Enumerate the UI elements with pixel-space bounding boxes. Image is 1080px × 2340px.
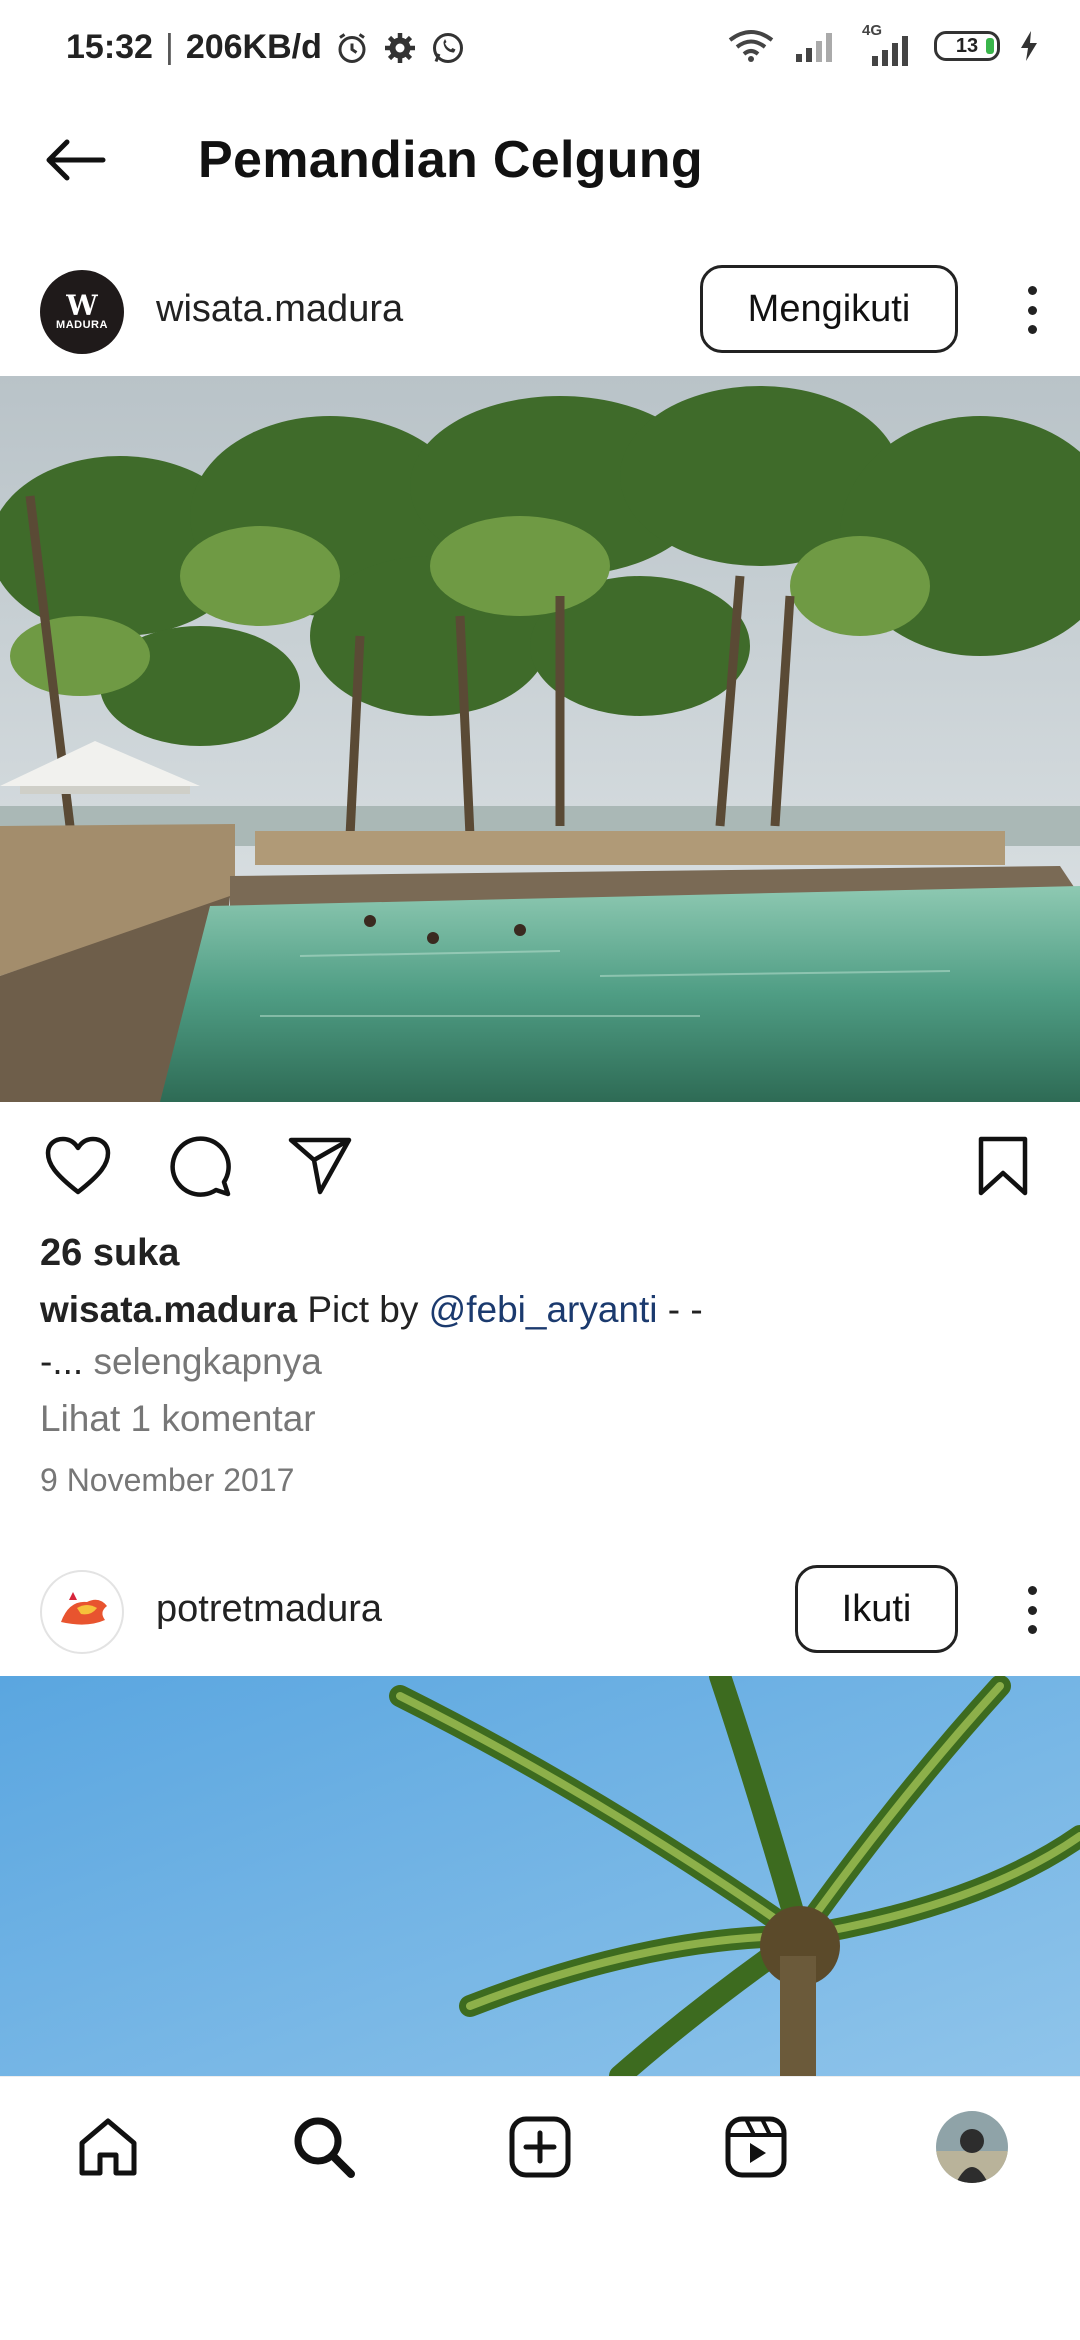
whatsapp-icon: [432, 32, 463, 63]
heart-icon: [45, 1136, 111, 1195]
search-icon: [294, 2117, 355, 2178]
bottom-navigation: [0, 2076, 1080, 2206]
avatar-logo-mark: W: [66, 289, 98, 322]
post-username-2[interactable]: potretmadura: [156, 1588, 382, 1631]
caption-username[interactable]: wisata.madura: [40, 1289, 297, 1330]
status-separator: |: [164, 28, 174, 66]
post-header-2: potretmadura Ikuti: [0, 1550, 1080, 1670]
kebab-dot: [1027, 1625, 1037, 1634]
battery-fill: [986, 38, 994, 54]
post-date: 9 November 2017: [40, 1462, 295, 1498]
nav-profile[interactable]: [932, 2107, 1012, 2187]
avatar-2[interactable]: [40, 1570, 124, 1654]
more-options-button-2[interactable]: [1012, 1580, 1052, 1640]
wifi-icon: [728, 30, 774, 62]
potretmadura-logo-icon: [61, 1592, 107, 1625]
signal-4g: 4G: [856, 22, 916, 66]
kebab-dot: [1027, 1605, 1037, 1615]
comment-bubble-icon: [170, 1136, 231, 1197]
caption-line2: -...: [40, 1341, 84, 1382]
post-header: W MADURA wisata.madura Mengikuti: [0, 250, 1080, 370]
following-button[interactable]: Mengikuti: [700, 265, 958, 353]
kebab-menu-icon: [1027, 286, 1037, 295]
signal-icon-2: [872, 36, 908, 66]
post-photo-2[interactable]: [0, 1676, 1080, 2076]
kebab-menu-icon: [1027, 1586, 1037, 1595]
profile-avatar: [936, 2111, 1008, 2183]
page-title: Pemandian Celgung: [198, 131, 703, 189]
nav-search[interactable]: [284, 2107, 364, 2187]
kebab-dot: [1027, 325, 1037, 334]
view-comments-link[interactable]: Lihat 1 komentar: [40, 1398, 316, 1440]
reels-icon: [725, 2116, 787, 2178]
signal-icon-1: [796, 33, 832, 62]
back-button[interactable]: [40, 128, 110, 192]
battery-level: 13: [955, 34, 979, 57]
beach-pool-photo: [0, 376, 1080, 1102]
status-speed: 206KB/d: [185, 28, 322, 66]
app-header: Pemandian Celgung: [0, 110, 1080, 210]
home-icon: [79, 2118, 137, 2176]
status-bar: 15:32 | 206KB/d 4G 13: [0, 0, 1080, 100]
avatar-logo-text: MADURA: [56, 319, 108, 331]
plus-square-icon: [509, 2116, 571, 2178]
post-caption: wisata.madura Pict by @febi_aryanti - - -…: [40, 1284, 1040, 1388]
post-username[interactable]: wisata.madura: [156, 288, 403, 331]
post-photo[interactable]: [0, 376, 1080, 1102]
caption-text: Pict by: [297, 1289, 429, 1330]
alarm-icon: [338, 32, 366, 63]
charging-bolt-icon: [1021, 31, 1037, 61]
follow-button[interactable]: Ikuti: [795, 1565, 958, 1653]
avatar[interactable]: W MADURA: [40, 270, 124, 354]
post-actions: [0, 1118, 1080, 1218]
status-time: 15:32: [66, 28, 153, 66]
more-options-button[interactable]: [1012, 280, 1052, 340]
palm-sky-photo: [0, 1676, 1080, 2076]
caption-tail: - -: [657, 1289, 703, 1330]
likes-count[interactable]: 26 suka: [40, 1232, 179, 1275]
profile-photo: [936, 2111, 1008, 2183]
nav-reels[interactable]: [716, 2107, 796, 2187]
caption-mention[interactable]: @febi_aryanti: [429, 1289, 658, 1330]
caption-more-link[interactable]: selengkapnya: [83, 1341, 321, 1382]
nav-home[interactable]: [68, 2107, 148, 2187]
save-button[interactable]: [963, 1126, 1043, 1206]
status-left: 15:32 | 206KB/d: [66, 28, 466, 67]
nav-create[interactable]: [500, 2107, 580, 2187]
arrow-left-icon: [46, 139, 106, 181]
kebab-dot: [1027, 305, 1037, 315]
comment-button[interactable]: [160, 1126, 240, 1206]
share-button[interactable]: [280, 1126, 360, 1206]
paper-plane-icon: [288, 1137, 352, 1195]
bookmark-icon: [978, 1136, 1028, 1196]
settings-gear-icon: [384, 32, 415, 63]
like-button[interactable]: [38, 1126, 118, 1206]
status-right: 4G 13: [726, 22, 1040, 66]
battery-indicator: 13: [934, 31, 1000, 61]
